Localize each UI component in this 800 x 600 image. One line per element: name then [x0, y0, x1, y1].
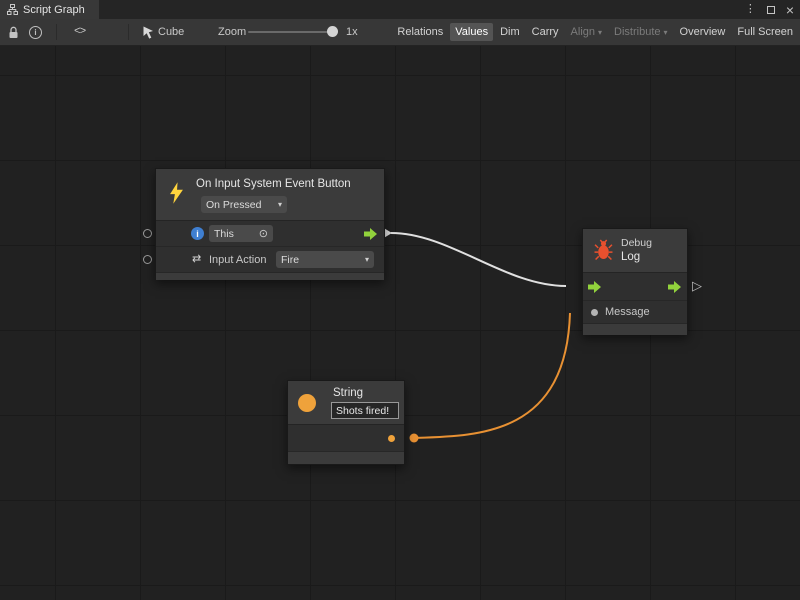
event-mode-value: On Pressed	[206, 199, 261, 211]
bug-icon	[594, 239, 613, 261]
distribute-button[interactable]: Distribute▾	[609, 23, 672, 41]
string-output-port[interactable]	[388, 435, 395, 442]
debug-exec-input-port[interactable]	[588, 281, 602, 293]
event-mode-dropdown[interactable]: On Pressed ▾	[201, 196, 287, 213]
debug-exec-output-port[interactable]	[668, 281, 682, 293]
this-info-icon: i	[191, 227, 204, 240]
flow-continue-triangle[interactable]: ▷	[692, 279, 702, 292]
window-menu-icon[interactable]: ⋮	[745, 4, 756, 15]
zoom-slider-track[interactable]	[248, 31, 334, 33]
toolbar-buttons: Relations Values Dim Carry Align▾ Distri…	[392, 19, 798, 45]
maximize-icon[interactable]	[767, 6, 775, 14]
graph-icon	[7, 4, 18, 15]
string-type-icon	[298, 394, 316, 412]
zoom-value: 1x	[346, 19, 358, 45]
debug-node-subtitle: Debug	[621, 237, 652, 249]
input-action-label: Input Action	[209, 254, 267, 266]
value-wire[interactable]	[414, 313, 570, 438]
message-input-port[interactable]	[591, 309, 598, 316]
zoom-slider-handle[interactable]	[327, 26, 338, 37]
message-label: Message	[605, 306, 650, 318]
exec-wire[interactable]	[391, 233, 566, 286]
string-output-row	[288, 425, 404, 452]
event-action-row: ⇄ Input Action Fire ▾	[156, 247, 384, 273]
event-this-row: i This ⊙	[156, 221, 384, 247]
value-wire-start-dot[interactable]	[410, 434, 419, 443]
chevron-down-icon: ▾	[360, 255, 369, 264]
chevron-down-icon: ▾	[273, 200, 282, 209]
tab-title: Script Graph	[23, 4, 85, 16]
relations-button[interactable]: Relations	[392, 23, 448, 41]
debug-node-title: Log	[621, 251, 640, 263]
graph-canvas[interactable]: On Input System Event Button On Pressed …	[0, 46, 800, 600]
carry-button[interactable]: Carry	[527, 23, 564, 41]
cursor-icon	[143, 19, 154, 45]
this-target-field[interactable]: This ⊙	[209, 225, 273, 242]
fullscreen-button[interactable]: Full Screen	[732, 23, 798, 41]
debug-node-footer	[583, 324, 687, 335]
toolbar-separator	[128, 24, 129, 40]
input-action-icon: ⇄	[192, 254, 201, 265]
event-node-header: On Input System Event Button On Pressed …	[156, 169, 384, 221]
unity-script-graph-window: Script Graph ⋮ × i <> Cube	[0, 0, 800, 600]
string-node-footer	[288, 452, 404, 464]
target-picker-icon[interactable]: ⊙	[259, 227, 268, 240]
debug-flow-row	[583, 273, 687, 301]
graph-toolbar: i <> Cube Zoom 1x Relations Values Dim C…	[0, 19, 800, 46]
align-button[interactable]: Align▾	[566, 23, 607, 41]
debug-message-row: Message	[583, 301, 687, 324]
chevron-down-icon: ▾	[598, 28, 602, 37]
string-node-header: String Shots fired!	[288, 381, 404, 425]
zoom-label: Zoom	[218, 19, 246, 45]
toolbar-separator	[56, 24, 57, 40]
event-node-footer	[156, 273, 384, 280]
input-action-value: Fire	[281, 254, 299, 266]
string-value-input[interactable]: Shots fired!	[331, 402, 399, 419]
dim-button[interactable]: Dim	[495, 23, 525, 41]
values-button[interactable]: Values	[450, 23, 493, 41]
event-exec-output-port[interactable]	[364, 228, 378, 240]
input-action-dropdown[interactable]: Fire ▾	[276, 251, 374, 268]
string-value: Shots fired!	[336, 405, 389, 417]
lightning-icon	[169, 182, 184, 204]
title-bar: Script Graph ⋮ ×	[0, 0, 800, 19]
chevron-down-icon: ▾	[664, 28, 668, 37]
overview-button[interactable]: Overview	[675, 23, 731, 41]
info-icon[interactable]: i	[29, 19, 42, 45]
code-view-icon[interactable]: <>	[74, 19, 85, 45]
node-on-input-system-event-button[interactable]: On Input System Event Button On Pressed …	[155, 168, 385, 280]
window-controls: ⋮ ×	[745, 0, 794, 19]
event-input-port[interactable]	[143, 229, 152, 238]
node-string-literal[interactable]: String Shots fired!	[287, 380, 405, 465]
tab-script-graph[interactable]: Script Graph	[0, 0, 99, 19]
node-debug-log[interactable]: Debug Log Message	[582, 228, 688, 335]
string-node-title: String	[333, 387, 363, 399]
event-input-port[interactable]	[143, 255, 152, 264]
debug-node-header: Debug Log	[583, 229, 687, 273]
lock-icon[interactable]	[8, 19, 19, 45]
event-node-title: On Input System Event Button	[196, 178, 351, 190]
target-object-label[interactable]: Cube	[158, 19, 184, 45]
this-label: This	[214, 228, 234, 240]
close-icon[interactable]: ×	[786, 3, 794, 17]
